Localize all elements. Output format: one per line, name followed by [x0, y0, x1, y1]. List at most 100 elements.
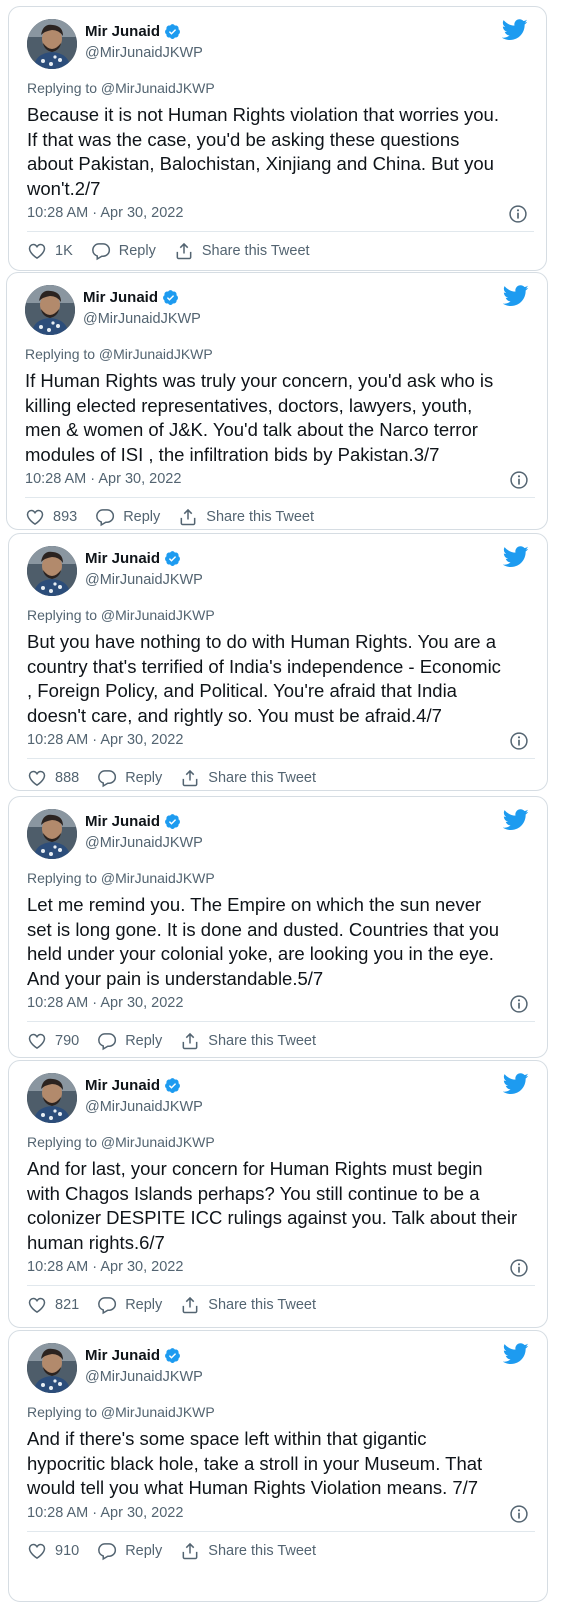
like-button[interactable]: 888	[27, 768, 79, 788]
like-count: 888	[55, 770, 80, 786]
verified-badge-icon	[165, 1078, 180, 1093]
tweet-actions: 893 Reply Share this Tweet	[25, 507, 332, 527]
share-button[interactable]: Share this Tweet	[180, 1031, 316, 1051]
timestamp[interactable]: 10:28 AM · Apr 30, 2022	[27, 732, 183, 748]
author-name-row[interactable]: Mir Junaid	[85, 23, 181, 40]
author-name[interactable]: Mir Junaid	[85, 23, 160, 40]
timestamp[interactable]: 10:28 AM · Apr 30, 2022	[27, 995, 183, 1011]
author-name-row[interactable]: Mir Junaid	[85, 1347, 181, 1364]
divider	[27, 758, 535, 759]
info-icon[interactable]	[509, 470, 529, 490]
replying-to[interactable]: Replying to @MirJunaidJKWP	[27, 607, 215, 623]
reply-button[interactable]: Reply	[91, 241, 156, 261]
tweet-text: And if there's some space left within th…	[27, 1428, 483, 1498]
avatar[interactable]	[27, 809, 77, 859]
author-handle[interactable]: @MirJunaidJKWP	[83, 311, 201, 327]
twitter-bird-icon[interactable]	[502, 19, 528, 41]
tweet-text: Because it is not Human Rights violation…	[27, 104, 499, 199]
share-label: Share this Tweet	[201, 243, 310, 259]
replying-to[interactable]: Replying to @MirJunaidJKWP	[25, 346, 213, 362]
timestamp[interactable]: 10:28 AM · Apr 30, 2022	[25, 471, 181, 487]
verified-badge-icon	[165, 551, 180, 566]
info-icon[interactable]	[509, 1258, 529, 1278]
twitter-bird-icon[interactable]	[503, 1073, 529, 1095]
like-button[interactable]: 821	[27, 1295, 79, 1315]
info-icon[interactable]	[509, 1504, 529, 1524]
reply-label: Reply	[125, 1542, 163, 1559]
share-button[interactable]: Share this Tweet	[174, 241, 310, 261]
info-icon[interactable]	[509, 731, 529, 751]
like-button[interactable]: 790	[27, 1031, 79, 1051]
timestamp[interactable]: 10:28 AM · Apr 30, 2022	[27, 1259, 183, 1275]
reply-button[interactable]: Reply	[95, 507, 160, 527]
twitter-bird-icon[interactable]	[503, 809, 529, 831]
share-icon	[180, 508, 196, 526]
tweet-actions: 1K Reply Share this Tweet	[27, 241, 328, 261]
like-count: 1K	[55, 243, 73, 259]
twitter-bird-icon[interactable]	[503, 1343, 529, 1365]
like-count: 790	[55, 1033, 80, 1049]
avatar[interactable]	[25, 285, 75, 335]
like-count: 893	[53, 509, 78, 525]
share-label: Share this Tweet	[208, 770, 317, 786]
tweet-card[interactable]: Mir Junaid @MirJunaidJKWP Replying to @M…	[6, 272, 548, 530]
reply-button[interactable]: Reply	[97, 768, 162, 788]
avatar[interactable]	[27, 1343, 77, 1393]
author-name-row[interactable]: Mir Junaid	[85, 813, 181, 830]
divider	[27, 1530, 535, 1532]
like-button[interactable]: 893	[25, 507, 77, 527]
heart-icon	[26, 509, 44, 525]
like-count: 821	[55, 1297, 80, 1313]
reply-button[interactable]: Reply	[97, 1541, 162, 1561]
author-handle[interactable]: @MirJunaidJKWP	[85, 45, 203, 61]
replying-to[interactable]: Replying to @MirJunaidJKWP	[27, 1134, 215, 1150]
share-icon	[182, 1296, 198, 1314]
avatar[interactable]	[27, 19, 77, 69]
avatar[interactable]	[27, 1073, 77, 1123]
author-name[interactable]: Mir Junaid	[83, 289, 158, 306]
divider	[27, 231, 534, 232]
avatar[interactable]	[27, 546, 77, 596]
twitter-bird-icon[interactable]	[503, 285, 529, 307]
like-button[interactable]: 1K	[27, 241, 73, 261]
divider	[27, 1021, 535, 1022]
twitter-bird-icon[interactable]	[503, 546, 529, 568]
tweet-card[interactable]: Mir Junaid @MirJunaidJKWP Replying to @M…	[8, 1330, 548, 1602]
author-handle[interactable]: @MirJunaidJKWP	[85, 572, 203, 588]
share-button[interactable]: Share this Tweet	[180, 1541, 316, 1561]
author-name-row[interactable]: Mir Junaid	[85, 1077, 181, 1094]
author-handle[interactable]: @MirJunaidJKWP	[85, 835, 203, 851]
tweet-card[interactable]: Mir Junaid @MirJunaidJKWP Replying to @M…	[8, 533, 548, 791]
reply-bubble-icon	[91, 243, 110, 261]
heart-icon	[28, 243, 46, 259]
replying-to[interactable]: Replying to @MirJunaidJKWP	[27, 1404, 215, 1420]
replying-to[interactable]: Replying to @MirJunaidJKWP	[27, 80, 215, 96]
share-button[interactable]: Share this Tweet	[180, 768, 316, 788]
replying-to[interactable]: Replying to @MirJunaidJKWP	[27, 870, 215, 886]
reply-bubble-icon	[98, 1542, 117, 1560]
info-icon[interactable]	[509, 994, 529, 1014]
share-icon	[182, 769, 198, 787]
tweet-actions: 888 Reply Share this Tweet	[27, 768, 334, 788]
reply-button[interactable]: Reply	[97, 1031, 162, 1051]
tweet-card[interactable]: Mir Junaid @MirJunaidJKWP Replying to @M…	[8, 6, 547, 271]
author-handle[interactable]: @MirJunaidJKWP	[85, 1369, 203, 1385]
timestamp[interactable]: 10:28 AM · Apr 30, 2022	[27, 1505, 183, 1521]
author-name-row[interactable]: Mir Junaid	[83, 289, 179, 306]
share-label: Share this Tweet	[208, 1297, 317, 1313]
share-button[interactable]: Share this Tweet	[180, 1295, 316, 1315]
author-name[interactable]: Mir Junaid	[85, 550, 160, 567]
author-name[interactable]: Mir Junaid	[85, 1347, 160, 1364]
author-name[interactable]: Mir Junaid	[85, 1077, 160, 1094]
author-name-row[interactable]: Mir Junaid	[85, 550, 181, 567]
tweet-card[interactable]: Mir Junaid @MirJunaidJKWP Replying to @M…	[8, 796, 548, 1058]
tweet-card[interactable]: Mir Junaid @MirJunaidJKWP Replying to @M…	[8, 1060, 548, 1328]
like-button[interactable]: 910	[27, 1541, 79, 1561]
reply-button[interactable]: Reply	[97, 1295, 162, 1315]
info-icon[interactable]	[508, 204, 528, 224]
author-handle[interactable]: @MirJunaidJKWP	[85, 1099, 203, 1115]
share-button[interactable]: Share this Tweet	[178, 507, 314, 527]
verified-badge-icon	[165, 24, 180, 39]
timestamp[interactable]: 10:28 AM · Apr 30, 2022	[27, 205, 183, 221]
author-name[interactable]: Mir Junaid	[85, 813, 160, 830]
